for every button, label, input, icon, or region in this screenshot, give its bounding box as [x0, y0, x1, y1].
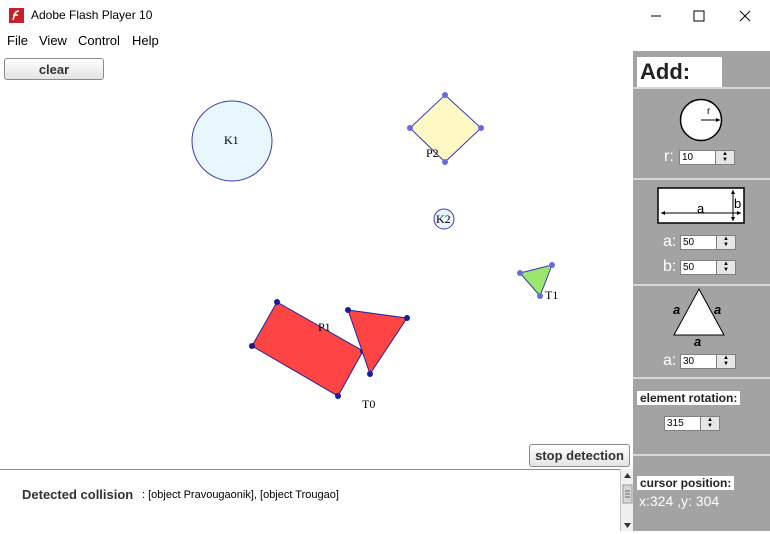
vertex-handle[interactable] [517, 270, 523, 276]
add-title: Add: [637, 57, 722, 87]
radius-value: 10 [682, 152, 694, 163]
vertex-handle[interactable] [335, 393, 341, 399]
menu-control[interactable]: Control [78, 33, 120, 48]
radius-symbol: r [707, 106, 711, 117]
window-title: Adobe Flash Player 10 [31, 8, 153, 22]
vertex-handle[interactable] [367, 371, 373, 377]
menu-help[interactable]: Help [132, 33, 159, 48]
maximize-button[interactable] [676, 0, 722, 31]
square-p2[interactable] [409, 94, 482, 163]
vertex-handle[interactable] [537, 293, 543, 299]
rect-a-symbol: a [697, 201, 705, 216]
divider [633, 284, 770, 286]
triangle-a-label: a: [663, 352, 677, 369]
label-t1: T1 [545, 288, 559, 302]
triangle-a-stepper[interactable]: 30 ▲ ▼ [680, 354, 736, 369]
stepper-arrows-icon[interactable]: ▲ ▼ [700, 417, 719, 430]
cursor-position-value: x:324 ,y: 304 [639, 493, 720, 509]
label-k2: K2 [436, 212, 451, 226]
menu-view[interactable]: View [39, 33, 67, 48]
close-button[interactable] [722, 0, 768, 31]
rect-a-label: a: [663, 233, 677, 250]
divider [633, 87, 770, 89]
vertex-handle[interactable] [345, 307, 351, 313]
vertex-handle[interactable] [442, 159, 448, 165]
collision-text: : [object Pravougaonik], [object Trougao… [142, 489, 339, 501]
menu-file[interactable]: File [7, 33, 28, 48]
triangle-a-value: 30 [683, 356, 695, 367]
cursor-position-label: cursor position: [637, 476, 735, 490]
rect-a-stepper[interactable]: 50 ▲ ▼ [680, 235, 736, 250]
label-k1: K1 [224, 133, 239, 147]
clear-button[interactable]: clear [4, 58, 104, 80]
add-circle-button[interactable] [679, 98, 723, 145]
divider [633, 178, 770, 180]
label-p1: P1 [318, 320, 331, 334]
log-scrollbar[interactable] [620, 469, 634, 531]
vertex-handle[interactable] [407, 125, 413, 131]
label-p2: P2 [426, 146, 439, 160]
triangle-t0[interactable] [347, 309, 408, 376]
stepper-arrows-icon[interactable]: ▲ ▼ [716, 236, 735, 249]
rect-b-stepper[interactable]: 50 ▲ ▼ [680, 260, 736, 275]
rect-b-label: b: [663, 258, 677, 275]
radius-stepper[interactable]: 10 ▲ ▼ [679, 150, 735, 165]
rect-a-value: 50 [683, 237, 695, 248]
radius-label: r: [664, 148, 674, 165]
rotation-value: 315 [667, 418, 684, 429]
triangle-side-symbol: a [714, 302, 722, 317]
divider [633, 377, 770, 379]
label-t0: T0 [362, 397, 376, 411]
vertex-handle[interactable] [274, 299, 280, 305]
rect-b-symbol: b [734, 196, 742, 211]
triangle-side-symbol: a [694, 334, 702, 349]
stepper-arrows-icon[interactable]: ▲ ▼ [715, 151, 734, 164]
vertex-handle[interactable] [249, 343, 255, 349]
flash-app-icon [9, 8, 24, 23]
shapes-svg [191, 92, 555, 399]
stepper-arrows-icon[interactable]: ▲ ▼ [716, 261, 735, 274]
minimize-button[interactable] [633, 0, 679, 31]
drawing-canvas[interactable] [0, 51, 633, 468]
triangle-side-symbol: a [673, 302, 681, 317]
rotation-label: element rotation: [637, 391, 741, 405]
vertex-handle[interactable] [478, 125, 484, 131]
vertex-handle[interactable] [442, 92, 448, 98]
collision-label: Detected collision [22, 487, 134, 502]
divider [633, 454, 770, 456]
rotation-stepper[interactable]: 315 ▲ ▼ [664, 416, 720, 431]
rectangle-p1[interactable] [251, 301, 364, 397]
stop-detection-button[interactable]: stop detection [529, 444, 630, 467]
stepper-arrows-icon[interactable]: ▲ ▼ [716, 355, 735, 368]
rect-b-value: 50 [683, 262, 695, 273]
vertex-handle[interactable] [549, 262, 555, 268]
vertex-handle[interactable] [404, 315, 410, 321]
